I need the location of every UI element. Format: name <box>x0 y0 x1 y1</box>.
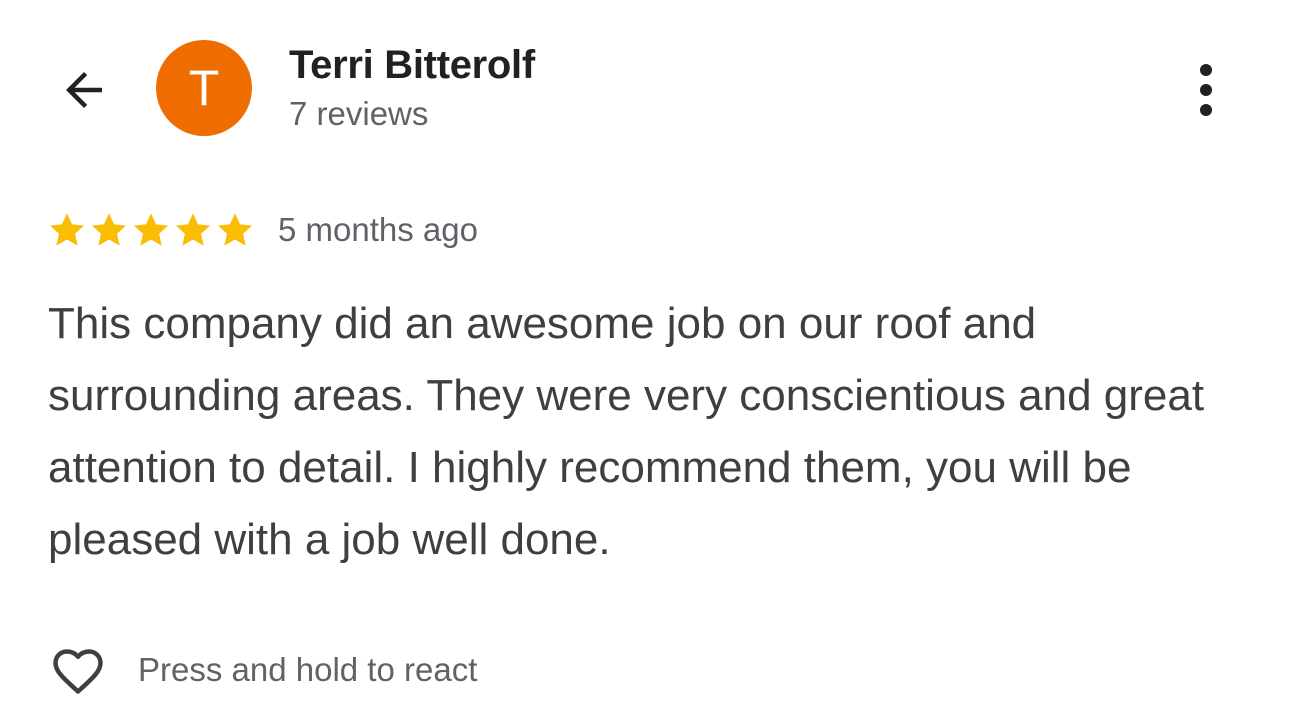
review-header: T Terri Bitterolf 7 reviews <box>0 0 1290 180</box>
star-icon <box>91 213 127 246</box>
author-name: Terri Bitterolf <box>289 43 535 87</box>
react-row[interactable]: Press and hold to react <box>46 638 477 702</box>
author-review-count: 7 reviews <box>289 95 429 132</box>
avatar-letter: T <box>188 60 220 116</box>
author-info[interactable]: Terri Bitterolf 7 reviews <box>289 42 535 134</box>
more-vertical-icon <box>1200 64 1212 116</box>
star-icon <box>49 213 85 246</box>
review-time: 5 months ago <box>278 211 478 248</box>
react-button[interactable] <box>46 638 110 702</box>
back-button[interactable] <box>52 58 116 122</box>
react-label: Press and hold to react <box>138 651 478 688</box>
review-text: This company did an awesome job on our r… <box>48 299 1205 564</box>
avatar[interactable]: T <box>156 40 252 136</box>
star-icon <box>217 213 253 246</box>
arrow-back-icon <box>66 72 102 108</box>
star-rating <box>46 209 256 251</box>
heart-outline-icon <box>53 649 103 694</box>
more-options-button[interactable] <box>1180 56 1232 124</box>
star-icon <box>133 213 169 246</box>
rating-row: 5 months ago <box>46 206 478 254</box>
star-icon <box>175 213 211 246</box>
